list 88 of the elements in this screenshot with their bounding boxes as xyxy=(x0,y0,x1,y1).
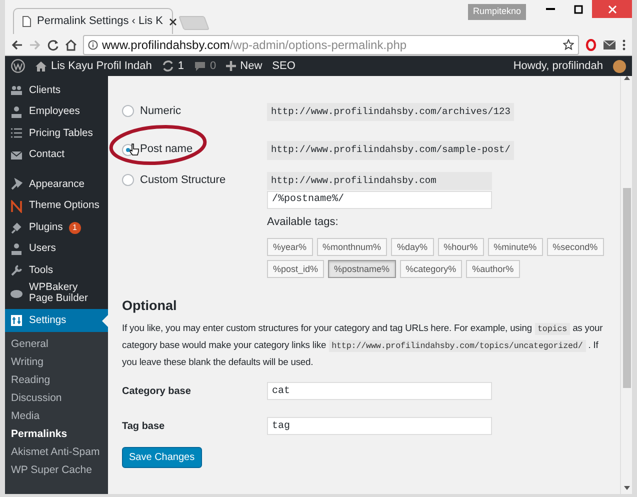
submenu-item[interactable]: General xyxy=(5,336,108,354)
tag-button[interactable]: %hour% xyxy=(438,238,484,256)
new-link[interactable]: New xyxy=(226,58,262,74)
sidebar-item[interactable]: Settings xyxy=(5,309,108,332)
option-label: Post name xyxy=(140,142,193,158)
info-icon xyxy=(88,40,98,50)
text-field[interactable]: tag xyxy=(267,417,492,436)
text-field[interactable]: cat xyxy=(267,382,492,400)
description-paragraph: If you like, you may enter custom structures for your category and tag URLs here. For example, using topics as your category base would make your category links like http://www.profilindahsby.com/topics/uncategorized/ . If you leave these blank the defaults will be used. xyxy=(122,321,604,369)
home-icon[interactable] xyxy=(65,38,77,50)
menu-label: Plugins xyxy=(29,222,63,234)
sidebar-item[interactable]: Contact xyxy=(5,144,108,166)
url-example: http://www.profilindahsby.com/archives/123 xyxy=(267,103,514,122)
page-icon xyxy=(22,16,31,27)
wordpress-logo-icon[interactable] xyxy=(11,59,25,73)
radio-button[interactable] xyxy=(122,174,134,186)
tab-title: Permalink Settings ‹ Lis K xyxy=(37,14,163,30)
wrench-icon xyxy=(10,264,23,278)
site-link[interactable]: Lis Kayu Profil Indah xyxy=(35,58,152,74)
avatar-circle[interactable] xyxy=(613,60,626,72)
close-button[interactable] xyxy=(592,0,632,18)
scrollbar-thumb[interactable] xyxy=(622,188,630,388)
sidebar-item[interactable]: WPBakery Page Builder xyxy=(5,282,108,306)
available-tags-label: Available tags: xyxy=(267,214,340,230)
tag-button[interactable]: %second% xyxy=(546,238,604,256)
tag-button[interactable]: %category% xyxy=(400,260,462,278)
opera-icon[interactable] xyxy=(585,38,597,50)
url-example: http://www.profilindahsby.com/sample-post/ xyxy=(267,141,514,160)
tag-button[interactable]: %post_id% xyxy=(267,260,324,278)
list-icon xyxy=(10,127,23,140)
save-button[interactable]: Save Changes xyxy=(122,447,202,468)
sidebar-item[interactable]: Employees xyxy=(5,102,108,123)
sidebar-item[interactable]: Tools xyxy=(5,260,108,282)
sidebar-item[interactable]: Theme Options xyxy=(5,196,108,217)
user-greeting[interactable]: Howdy, profilindah xyxy=(513,58,603,74)
submenu-item[interactable]: Discussion xyxy=(5,390,108,408)
url-example: http://www.profilindahsby.com xyxy=(267,172,492,190)
tag-button[interactable]: %author% xyxy=(466,260,520,278)
hand-cursor-icon xyxy=(129,143,139,156)
tag-button[interactable]: %monthnum% xyxy=(316,238,388,256)
letter-n-icon xyxy=(10,200,23,213)
group-icon xyxy=(10,84,23,98)
sidebar-item[interactable]: Clients xyxy=(5,80,108,102)
field-label: Category base xyxy=(122,384,192,399)
mail-icon[interactable] xyxy=(603,40,616,50)
count-badge: 1 xyxy=(68,222,81,234)
submenu-item[interactable]: Permalinks xyxy=(5,426,108,444)
submenu-item[interactable]: WP Super Cache xyxy=(5,462,108,480)
plus-icon xyxy=(226,61,236,71)
option-label: Numeric xyxy=(140,104,181,119)
sidebar-item[interactable]: Pricing Tables xyxy=(5,123,108,144)
submenu-item[interactable]: Media xyxy=(5,408,108,426)
address-bar[interactable]: www.profilindahsby.com/wp-admin/options-permalink.php xyxy=(83,34,579,54)
section-heading: Optional xyxy=(122,298,178,314)
tag-button[interactable]: %year% xyxy=(267,238,313,256)
home-icon xyxy=(35,60,47,72)
minimize-icon xyxy=(546,8,554,10)
comments-link[interactable]: 0 xyxy=(194,58,216,74)
submenu-item[interactable]: Akismet Anti-Spam xyxy=(5,444,108,462)
sidebar-item[interactable]: Appearance xyxy=(5,174,108,196)
reload-icon[interactable] xyxy=(47,38,59,50)
back-icon[interactable] xyxy=(11,38,23,50)
kebab-menu-icon[interactable] xyxy=(622,38,626,50)
comment-icon xyxy=(194,60,206,72)
sidebar-item[interactable]: Plugins 1 xyxy=(5,217,108,238)
person-icon xyxy=(10,242,23,256)
envelope-icon xyxy=(10,148,23,162)
tag-button[interactable]: %day% xyxy=(391,238,434,256)
scroll-down-icon[interactable] xyxy=(624,486,630,490)
sliders-icon xyxy=(10,314,23,328)
refresh-icon xyxy=(162,60,174,72)
url-text: www.profilindahsby.com/wp-admin/options-permalink.php xyxy=(102,36,407,54)
option-label: Custom Structure xyxy=(140,172,226,188)
text-field[interactable]: /%postname%/ xyxy=(267,190,492,209)
person-icon xyxy=(10,106,23,119)
star-icon[interactable] xyxy=(563,39,574,50)
tag-button[interactable]: %minute% xyxy=(488,238,543,256)
sidebar-item[interactable]: Users xyxy=(5,238,108,260)
submenu-item[interactable]: Writing xyxy=(5,354,108,372)
updates-link[interactable]: 1 xyxy=(162,58,184,74)
maximize-icon xyxy=(574,4,582,14)
field-label: Tag base xyxy=(122,420,166,434)
tag-button[interactable]: %postname% xyxy=(328,260,396,278)
close-icon[interactable] xyxy=(168,18,177,26)
close-icon xyxy=(608,4,616,14)
seo-link[interactable]: SEO xyxy=(272,58,296,74)
submenu-item[interactable]: Reading xyxy=(5,372,108,390)
radio-button[interactable] xyxy=(122,105,134,118)
